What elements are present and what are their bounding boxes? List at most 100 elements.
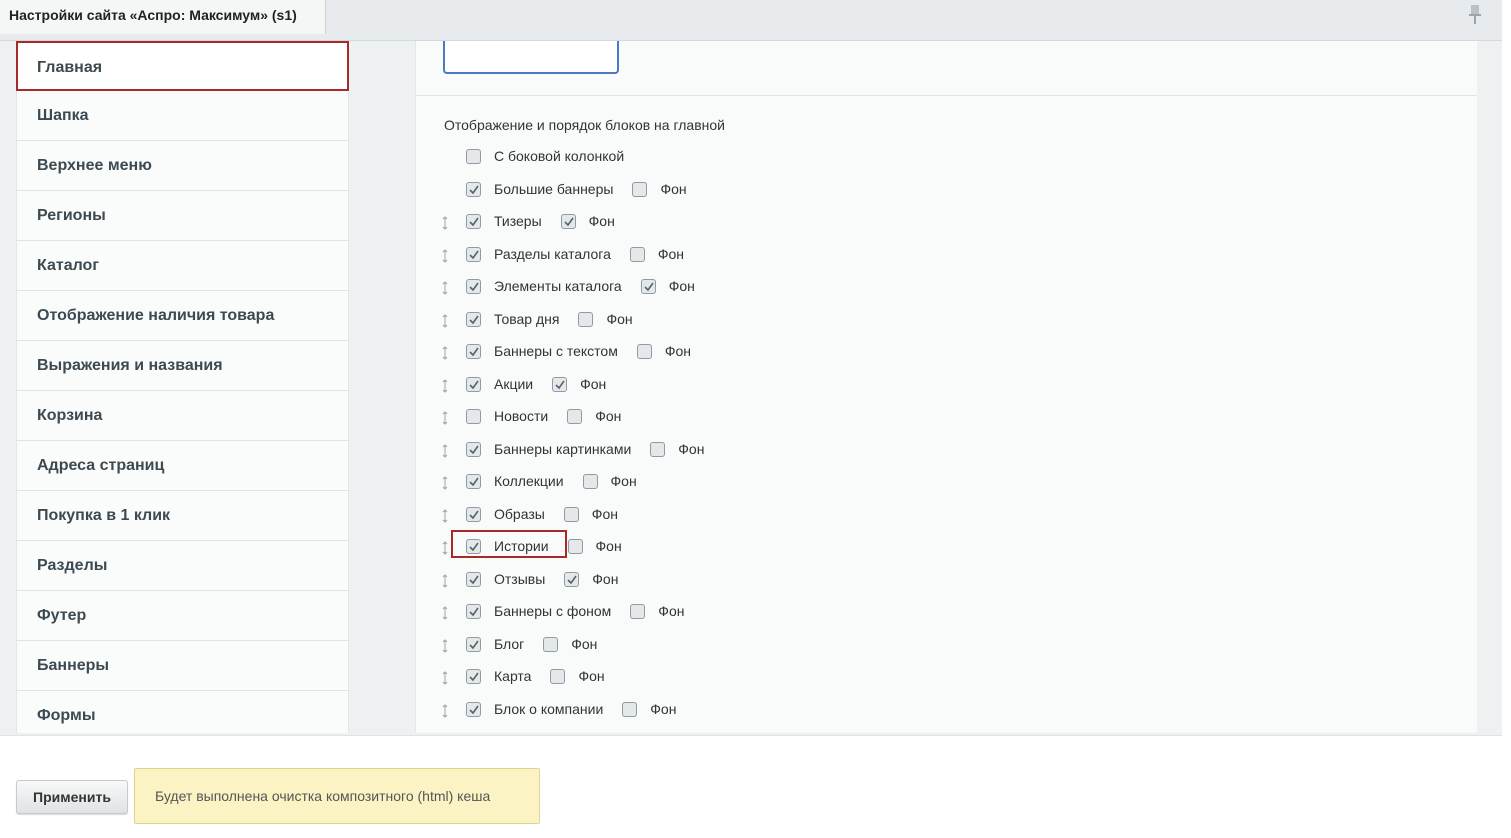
sidebar-item[interactable]: Адреса страниц [16,441,349,491]
pin-icon[interactable] [1468,3,1482,25]
sidebar-item[interactable]: Формы [16,691,349,733]
sidebar-item[interactable]: Главная [16,41,349,91]
block-checkbox[interactable] [466,214,481,229]
check-icon [567,575,577,584]
sidebar-item[interactable]: Баннеры [16,641,349,691]
fon-checkbox[interactable] [640,279,656,294]
sidebar-item[interactable]: Отображение наличия товара [16,291,349,341]
fon-checkbox[interactable] [552,376,568,392]
fon-checkbox[interactable] [567,539,583,554]
drag-handle-icon[interactable] [442,541,448,555]
block-checkbox[interactable] [466,669,481,684]
block-checkbox[interactable] [466,409,481,424]
block-checkbox[interactable] [466,311,481,327]
check-icon [469,445,479,454]
block-row: Образы Фон [416,502,1477,535]
block-label: Образы [494,505,545,522]
sidebar-item[interactable]: Каталог [16,241,349,291]
block-checkbox[interactable] [466,701,481,717]
block-checkbox[interactable] [466,539,481,554]
block-checkbox[interactable] [466,636,481,652]
block-checkbox[interactable] [466,279,481,294]
drag-handle-icon[interactable] [442,378,448,393]
block-row: Товар дня Фон [416,307,1477,340]
section-title: Отображение и порядок блоков на главной [444,117,725,133]
fon-checkbox[interactable] [622,701,638,717]
block-label: С боковой колонкой [494,148,625,164]
fon-checkbox[interactable] [582,474,598,489]
fon-checkbox[interactable] [650,441,666,457]
drag-handle-icon[interactable] [442,443,448,458]
block-row: Карта Фон [416,664,1477,697]
fon-checkbox[interactable] [567,409,583,424]
settings-content: Отображение и порядок блоков на главной … [415,41,1477,733]
block-checkbox[interactable] [466,376,481,392]
block-checkbox[interactable] [466,604,481,619]
block-row: Коллекции Фон [416,469,1477,502]
fon-checkbox[interactable] [636,344,652,359]
check-icon [469,347,479,357]
fon-checkbox[interactable] [550,669,566,684]
block-row: Истории Фон [416,530,1477,567]
block-checkbox[interactable] [466,441,481,457]
fon-checkbox[interactable] [630,604,646,619]
check-icon [469,217,479,227]
block-checkbox[interactable] [466,506,481,522]
check-icon [469,672,479,682]
fon-label: Фон [595,538,622,554]
fon-label: Фон [588,213,615,229]
sidebar-item[interactable]: Покупка в 1 клик [16,491,349,541]
tab-bar: Настройки сайта «Аспро: Максимум» (s1) [0,0,1502,41]
fon-checkbox[interactable] [560,214,576,229]
drag-handle-icon[interactable] [442,313,448,328]
fon-checkbox[interactable] [543,636,559,652]
sidebar-item[interactable]: Выражения и названия [16,341,349,391]
drag-handle-icon[interactable] [442,703,448,718]
sidebar-item[interactable]: Регионы [16,191,349,241]
fon-label: Фон [578,668,605,684]
fon-label: Фон [606,310,633,327]
block-checkbox[interactable] [466,149,481,164]
block-label: Отзывы [494,570,546,587]
drag-handle-icon[interactable] [442,606,448,620]
drag-handle-icon[interactable] [442,573,448,588]
fon-checkbox[interactable] [632,181,648,197]
settings-tab[interactable]: Настройки сайта «Аспро: Максимум» (s1) [0,0,326,34]
drag-handle-icon[interactable] [442,216,448,230]
sidebar-item[interactable]: Шапка [16,91,349,141]
sidebar-item[interactable]: Футер [16,591,349,641]
drag-handle-icon[interactable] [442,671,448,685]
apply-button[interactable]: Применить [16,780,128,814]
cache-notice: Будет выполнена очистка композитного (ht… [134,768,540,824]
block-checkbox[interactable] [466,474,481,489]
fon-checkbox[interactable] [629,246,645,262]
fon-label: Фон [592,570,619,587]
sidebar-item[interactable]: Корзина [16,391,349,441]
fon-checkbox[interactable] [578,311,594,327]
check-icon [469,607,479,617]
block-checkbox[interactable] [466,246,481,262]
block-list: С боковой колонкой Большие баннеры Фон Тизе… [416,144,1477,729]
fon-checkbox[interactable] [564,571,580,587]
block-row: Блог Фон [416,632,1477,665]
drag-handle-icon[interactable] [442,248,448,263]
sidebar-item[interactable]: Верхнее меню [16,141,349,191]
drag-handle-icon[interactable] [442,281,448,295]
drag-handle-icon[interactable] [442,411,448,425]
text-input[interactable] [443,41,619,74]
block-checkbox[interactable] [466,344,481,359]
sidebar-item[interactable]: Разделы [16,541,349,591]
drag-handle-icon[interactable] [442,346,448,360]
footer-bar: Применить Будет выполнена очистка композ… [0,735,1511,838]
fon-label: Фон [595,408,622,424]
drag-handle-icon[interactable] [442,476,448,490]
block-label: Баннеры с фоном [494,603,612,619]
block-checkbox[interactable] [466,181,481,197]
fon-checkbox[interactable] [563,506,579,522]
drag-handle-icon[interactable] [442,508,448,523]
block-checkbox[interactable] [466,571,481,587]
drag-handle-icon[interactable] [442,638,448,653]
block-label: Карта [494,668,532,684]
block-label: Товар дня [494,310,560,327]
block-row: Баннеры с фоном Фон [416,599,1477,632]
